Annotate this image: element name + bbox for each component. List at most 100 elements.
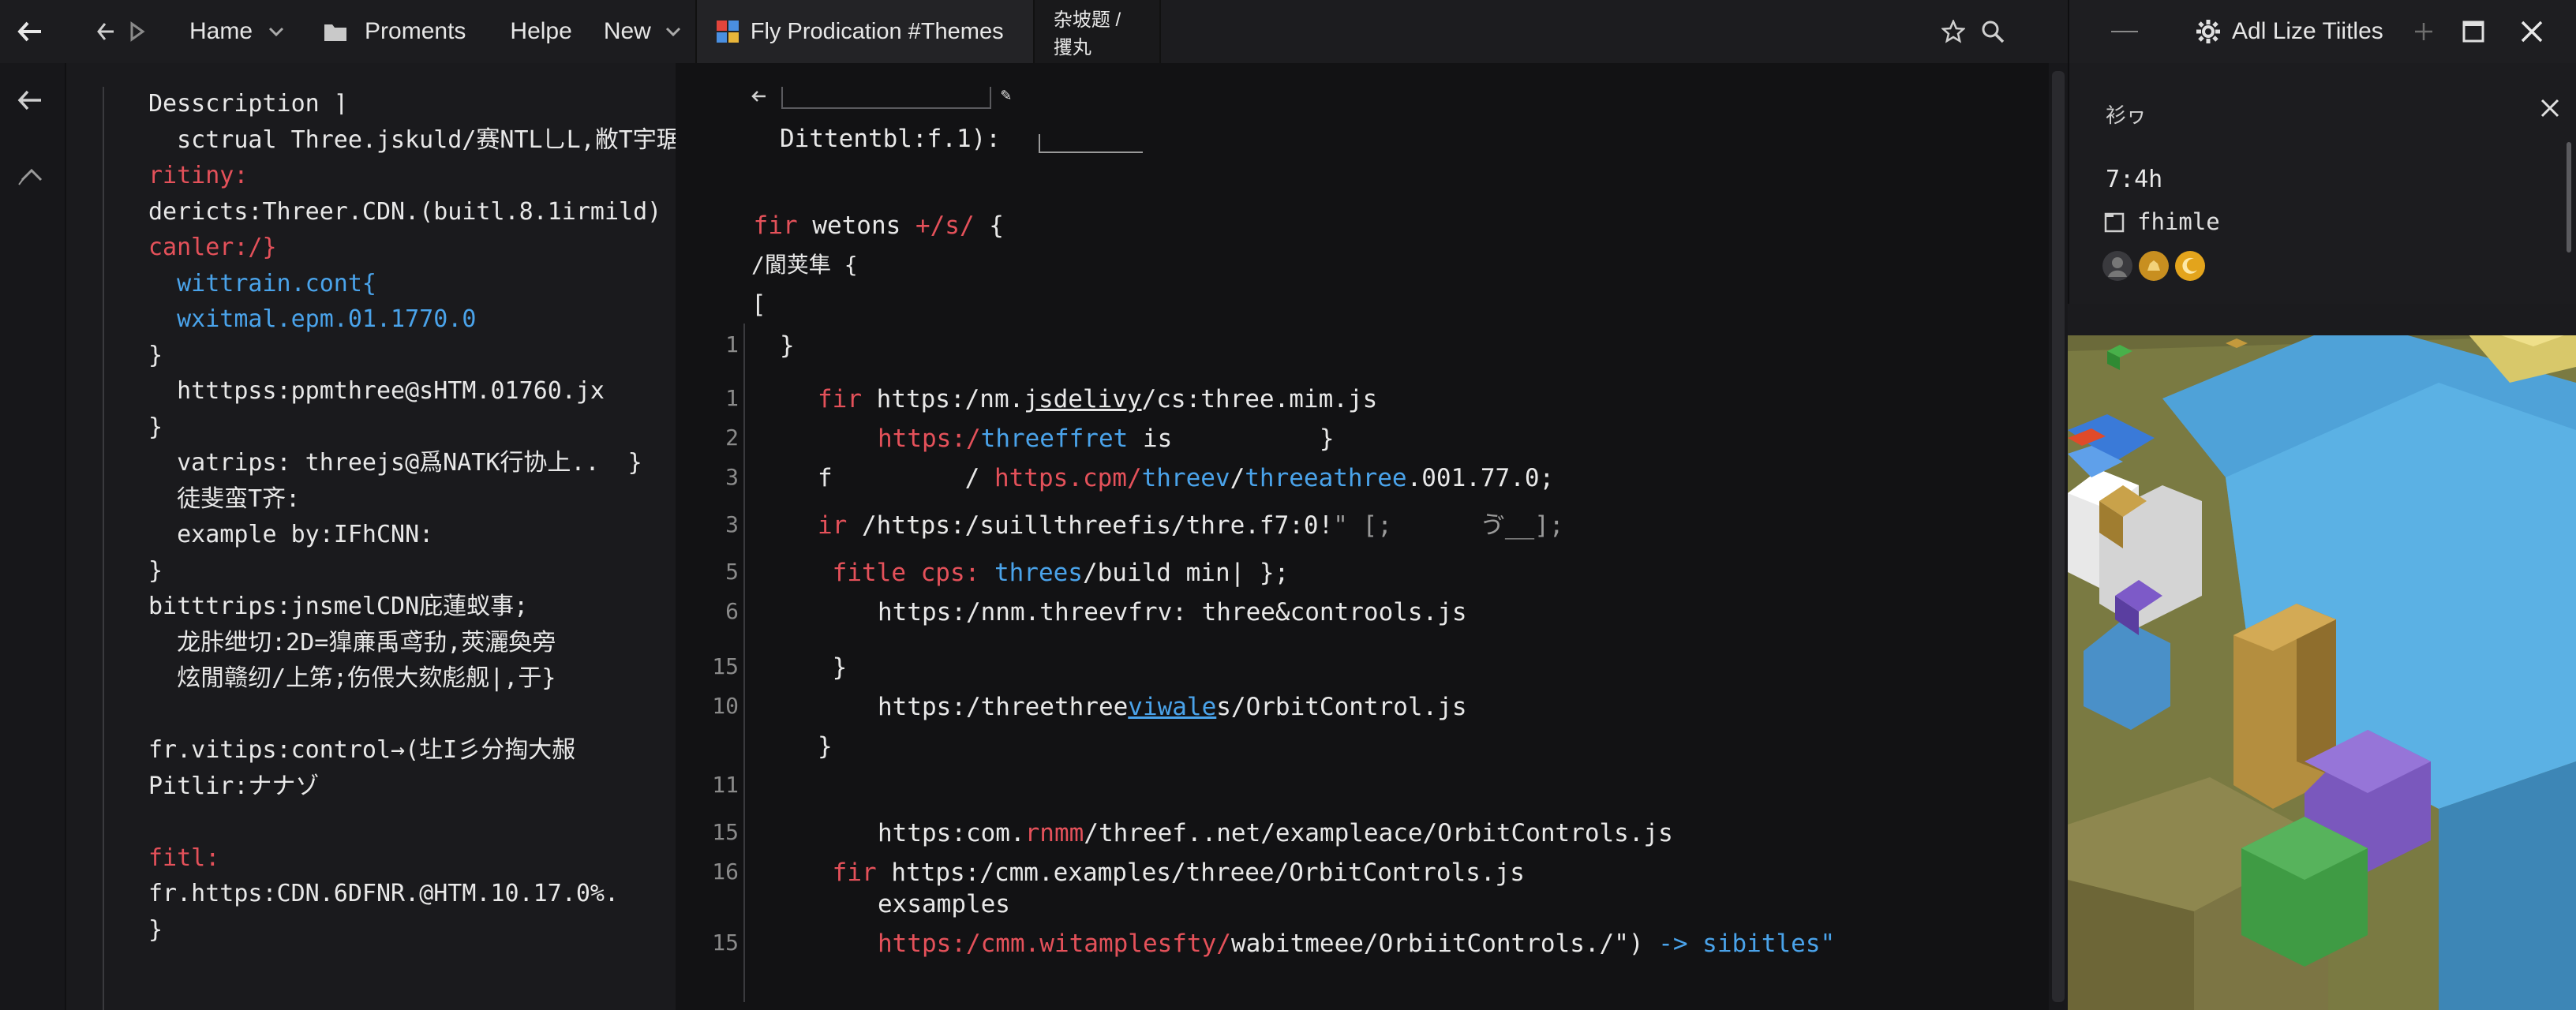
code-token: is } — [1128, 425, 1335, 453]
code-token: https:/nnm.threevfrv: three — [878, 598, 1275, 627]
code-token: / — [1230, 464, 1245, 492]
activity-bar — [0, 63, 66, 1010]
line-number: 15 — [712, 930, 739, 956]
collapse-up-icon[interactable] — [17, 166, 46, 186]
avatar[interactable] — [2102, 251, 2132, 281]
code-line[interactable]: exsamples — [878, 888, 1010, 920]
line-number: 16 — [712, 858, 739, 885]
menu-new[interactable]: New — [604, 0, 681, 63]
code-token: threev — [1141, 464, 1230, 492]
left-line: 徒斐蛮T齐: — [148, 484, 301, 513]
keyword: fir — [753, 211, 798, 240]
left-line: htttpss:ppmthree@sHTM.01760.jx — [148, 377, 605, 405]
line-number: 1 — [725, 385, 739, 411]
avatar[interactable] — [2139, 251, 2169, 281]
code-token: rnmm — [1024, 819, 1084, 847]
code-token: /threef..net/exampleace/OrbitControls.js — [1084, 819, 1673, 847]
line-number: 10 — [712, 693, 739, 719]
menu-helpe[interactable]: Helpe — [510, 0, 571, 63]
left-line: Pitlir:ナナゾ — [148, 772, 320, 800]
left-line: } — [148, 341, 163, 369]
code-line[interactable]: } — [818, 731, 833, 762]
panel-scrollbar[interactable] — [2567, 142, 2571, 252]
close-icon[interactable] — [2518, 20, 2546, 43]
code-token: .001.77.0; — [1406, 464, 1555, 492]
fn-name: wetons — [797, 211, 915, 240]
tab-label: 杂坡题 / 攫丸 — [1053, 9, 1121, 58]
voxel-scene-image — [2068, 335, 2576, 1010]
nav-back-icon[interactable] — [90, 0, 122, 63]
plus-icon[interactable] — [2412, 21, 2436, 42]
header-underline — [1039, 134, 1143, 153]
code-line[interactable]: ir /https:/suillthreefis/thre.f7:0!" [; … — [818, 510, 1564, 541]
code-line[interactable]: f / https.cpm/threev/threeathree.001.77.… — [818, 462, 1554, 494]
back-arrow-icon[interactable] — [17, 90, 43, 110]
menu-hame[interactable]: Hame — [189, 0, 284, 63]
user-icon — [2108, 257, 2127, 277]
code-editor[interactable]: ✎ Dittentbl:f.1): fir wetons +/s/ { /閬荚隼… — [676, 63, 2068, 1010]
code-token: ir — [818, 511, 862, 540]
left-line: 炫閒赣纫/上笫;伤偎大欬彪舰|,于} — [148, 664, 556, 692]
code-line[interactable]: fir https:/cmm.examples/threee/OrbitCont… — [818, 857, 1525, 888]
code-line[interactable]: https:/cmm.witamplesfty/wabitmeee/Orbiit… — [878, 928, 1835, 960]
code-token: https:/cmm.witamplesfty/ — [878, 930, 1231, 958]
code-token: https:/ — [878, 425, 981, 453]
tab-fly-prodication[interactable]: Fly Prodication #Themes — [695, 0, 1035, 63]
left-line: 龙胩绁切:2D=獋亷禹鸢劧,莢灑奐旁 — [148, 628, 556, 656]
left-line: dericts:Threer.CDN.(buitl.8.1irmild) — [148, 197, 662, 226]
left-line: Desscription ⌉ — [148, 90, 348, 118]
line-number: 3 — [725, 511, 739, 537]
code-token: threeffret — [980, 425, 1129, 453]
back-arrow-icon[interactable] — [0, 0, 60, 63]
code-token: & — [1275, 598, 1290, 627]
code-token: } — [818, 653, 848, 682]
left-line: wittrain.cont{ — [148, 269, 376, 297]
menu-hame-label: Hame — [189, 18, 253, 44]
code-token: } — [780, 331, 795, 360]
code-line[interactable]: fir https:/nm.jsdelivy/cs:three.mim.js — [818, 383, 1377, 415]
arrow-left-icon[interactable] — [751, 90, 767, 103]
chevron-down-icon — [665, 26, 681, 37]
nav-forward-icon[interactable] — [122, 0, 153, 63]
file-icon — [2104, 211, 2125, 233]
code-token: /https:/suillthreefis/thre.f7:0! — [862, 511, 1334, 540]
editor-header-label: Dittentbl:f.1): — [780, 125, 1001, 153]
panel-divider — [2068, 304, 2576, 335]
code-token: https:/threethree — [878, 693, 1129, 721]
code-line[interactable]: } — [818, 652, 848, 683]
3d-voxel-preview — [2068, 335, 2576, 1010]
block-label: /閬荚隼 { — [751, 252, 858, 278]
menu-new-label: New — [603, 18, 651, 44]
code-line[interactable]: fitle cps: threes/build min| }; — [818, 557, 1290, 589]
menu-proments[interactable]: Proments — [324, 0, 466, 63]
code-token: /build min| }; — [1082, 559, 1290, 587]
editor-scrollbar-thumb[interactable] — [2052, 71, 2065, 1002]
fn-brace: { — [974, 211, 1004, 240]
line-number: 11 — [712, 772, 739, 798]
indent-guide — [743, 324, 745, 1002]
code-line[interactable]: } — [780, 330, 795, 361]
code-line[interactable]: https:/threeffret is } — [878, 423, 1335, 454]
left-line: fr.https:CDN.6DFNR.@HTM.10.17.0%. — [148, 880, 620, 907]
avatar[interactable] — [2175, 251, 2205, 281]
left-line: example by:IFhCNN: — [148, 521, 434, 548]
maximize-icon[interactable] — [2459, 20, 2488, 43]
search-icon[interactable] — [1973, 0, 2012, 63]
header-input-box[interactable] — [781, 87, 991, 109]
left-explorer-pane: Desscription ⌉ sctrual Three.jskuld/赛NTL… — [66, 63, 676, 1010]
star-icon[interactable] — [1934, 0, 1973, 63]
minimize-icon[interactable] — [2109, 0, 2140, 63]
code-line[interactable]: https:/threethreeviwales/OrbitControl.js — [878, 691, 1467, 723]
line-number: 2 — [725, 425, 739, 451]
close-icon[interactable] — [2540, 98, 2560, 118]
left-line: canler:/} — [148, 234, 277, 261]
code-line[interactable]: https:/nnm.threevfrv: three&controols.js — [878, 597, 1467, 628]
code-line[interactable]: https:com.rnmm/threef..net/exampleace/Or… — [878, 817, 1673, 849]
code-token: https:/cmm.examples/threee/OrbitControls… — [891, 858, 1525, 887]
left-line: vatrips: threejs@爲NATK行协上.. } — [148, 449, 642, 477]
pen-icon: ✎ — [1001, 85, 1012, 105]
panel-file-row[interactable]: fhimle — [2104, 208, 2220, 235]
gear-icon[interactable] — [2196, 19, 2221, 44]
file-label: fhimle — [2137, 208, 2220, 235]
tab-secondary[interactable]: 杂坡题 / 攫丸 — [1034, 0, 1161, 63]
